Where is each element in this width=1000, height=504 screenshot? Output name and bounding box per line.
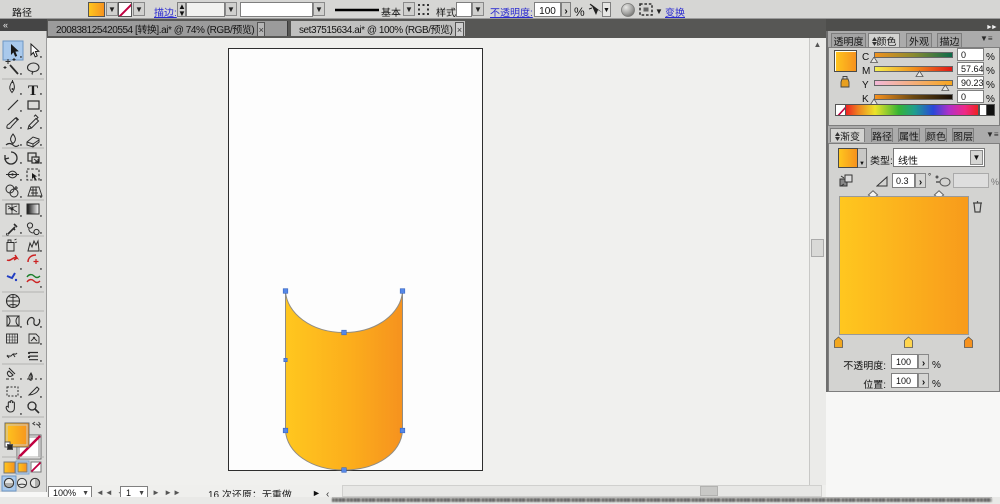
svg-text:T: T	[28, 83, 38, 99]
